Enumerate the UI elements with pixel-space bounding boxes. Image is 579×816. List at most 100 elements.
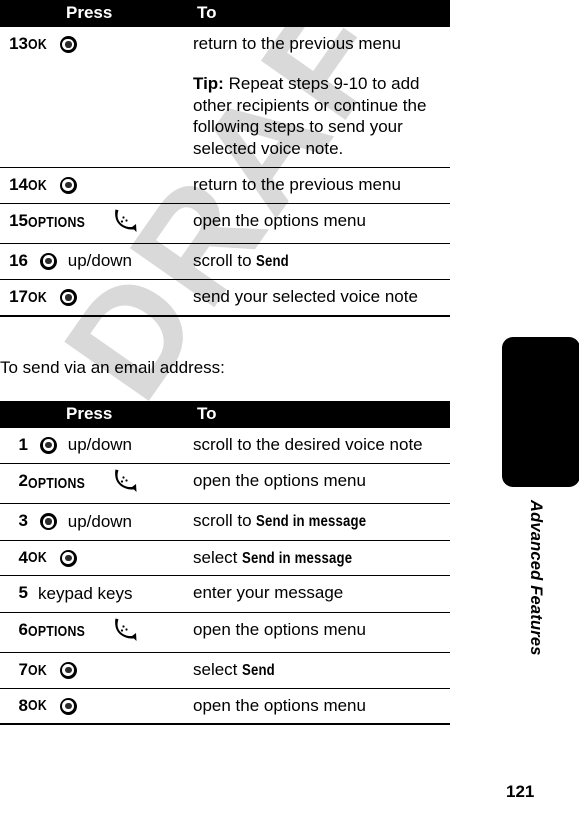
step-action-text: open the options menu [193, 612, 450, 653]
section-intro-text: To send via an email address: [0, 357, 225, 377]
key-label: OK [28, 35, 47, 53]
step-action-text: return to the previous menu [193, 167, 450, 204]
step-press-cell: OK [28, 279, 193, 317]
key-label: OK [28, 176, 47, 194]
chapter-title: Advanced Features [527, 500, 545, 656]
table-row: 15 OPTIONS open the options menu [0, 203, 450, 244]
nav-wheel-icon [59, 697, 77, 715]
soft-key-icon [111, 467, 141, 493]
key-label: keypad keys [38, 583, 133, 603]
table-row: 16 up/down scroll to Send [0, 243, 450, 280]
step-press-cell: OK [28, 540, 193, 577]
step-press-cell: OPTIONS [28, 203, 193, 244]
tip-text: Repeat steps 9-10 to add other recipient… [193, 73, 427, 158]
step-action-text: select [193, 659, 243, 679]
menu-item-name: Send [242, 661, 276, 679]
tip-label: Tip: [193, 73, 224, 93]
column-header-step [0, 400, 28, 428]
step-press-cell: up/down [28, 503, 193, 541]
table-row: 1 up/down scroll to the desired voice no… [0, 427, 450, 465]
step-press-cell: keypad keys [28, 575, 193, 613]
procedure-table-email: Press To 1 up/down scroll to the desired… [0, 400, 450, 726]
step-action-text: send your selected voice note [193, 279, 450, 317]
step-tip: Tip: Repeat steps 9-10 to add other reci… [193, 73, 450, 160]
step-number: 15 [0, 203, 28, 244]
key-label: up/down [67, 511, 133, 531]
step-number: 3 [0, 503, 28, 541]
step-action-cell: scroll to Send in message [193, 503, 450, 541]
nav-wheel-icon [40, 436, 57, 454]
key-label: OPTIONS [28, 623, 86, 641]
step-number: 1 [0, 427, 28, 465]
menu-item-name: Send in message [242, 549, 353, 567]
step-number: 5 [0, 575, 28, 613]
key-label: OK [28, 549, 47, 567]
step-action-text: open the options menu [193, 688, 450, 726]
key-label: OK [28, 288, 47, 306]
step-action-text: enter your message [193, 575, 450, 613]
page-content: Press To 13 OK return to the previous me… [0, 0, 460, 726]
step-press-cell: OPTIONS [28, 463, 193, 505]
page-number: 121 [506, 782, 535, 801]
step-number: 2 [0, 463, 28, 505]
step-action-cell: return to the previous menu Tip: Repeat … [193, 27, 450, 168]
table-row: 8 OK open the options menu [0, 688, 450, 726]
table-header-row: Press To [0, 0, 450, 27]
table-row: 3 up/down scroll to Send in message [0, 503, 450, 541]
step-action-text: scroll to [193, 511, 257, 531]
step-number: 8 [0, 688, 28, 726]
table-row: 5 keypad keys enter your message [0, 575, 450, 613]
step-number: 14 [0, 167, 28, 204]
step-action-text: open the options menu [193, 463, 450, 505]
step-action-text: select [193, 547, 243, 567]
nav-wheel-icon [40, 252, 57, 270]
key-label: OK [28, 697, 47, 715]
soft-key-icon [111, 616, 141, 642]
chapter-rail: Advanced Features 121 [479, 0, 579, 816]
table-row: 2 OPTIONS open the options menu [0, 463, 450, 505]
step-action-cell: select Send [193, 652, 450, 689]
step-number: 6 [0, 612, 28, 653]
step-number: 17 [0, 279, 28, 317]
step-action-cell: scroll to Send [193, 243, 450, 280]
step-press-cell: OPTIONS [28, 612, 193, 653]
nav-wheel-icon [59, 549, 77, 567]
nav-wheel-icon [40, 513, 57, 531]
step-press-cell: OK [28, 652, 193, 689]
step-press-cell: OK [28, 688, 193, 726]
table-row: 14 OK return to the previous menu [0, 167, 450, 204]
nav-wheel-icon [59, 288, 77, 306]
soft-key-icon [111, 207, 141, 233]
key-label: up/down [67, 251, 133, 271]
column-header-step [0, 0, 28, 27]
table-row: 6 OPTIONS open the options menu [0, 612, 450, 653]
key-label: OK [28, 661, 47, 679]
step-number: 16 [0, 243, 28, 280]
key-label: up/down [67, 435, 133, 455]
menu-item-name: Send in message [256, 513, 367, 531]
column-header-press: Press [28, 0, 193, 27]
key-label: OPTIONS [28, 213, 86, 231]
step-action-text: scroll to the desired voice note [193, 427, 450, 465]
step-number: 4 [0, 540, 28, 577]
table-row: 17 OK send your selected voice note [0, 279, 450, 317]
table-row: 7 OK select Send [0, 652, 450, 689]
step-press-cell: up/down [28, 243, 193, 280]
step-number: 13 [0, 27, 28, 168]
nav-wheel-icon [59, 176, 77, 194]
table-row: 4 OK select Send in message [0, 540, 450, 577]
step-press-cell: OK [28, 27, 193, 168]
procedure-table-continued: Press To 13 OK return to the previous me… [0, 0, 450, 317]
step-press-cell: up/down [28, 427, 193, 465]
column-header-to: To [193, 400, 450, 428]
step-action-cell: select Send in message [193, 540, 450, 577]
column-header-press: Press [28, 400, 193, 428]
menu-item-name: Send [256, 252, 290, 270]
column-header-to: To [193, 0, 450, 27]
step-action-text: return to the previous menu [193, 34, 401, 53]
table-row: 13 OK return to the previous menu Tip: R… [0, 27, 450, 168]
nav-wheel-icon [59, 36, 77, 54]
table-header-row: Press To [0, 400, 450, 428]
step-number: 7 [0, 652, 28, 689]
key-label: OPTIONS [28, 474, 86, 492]
